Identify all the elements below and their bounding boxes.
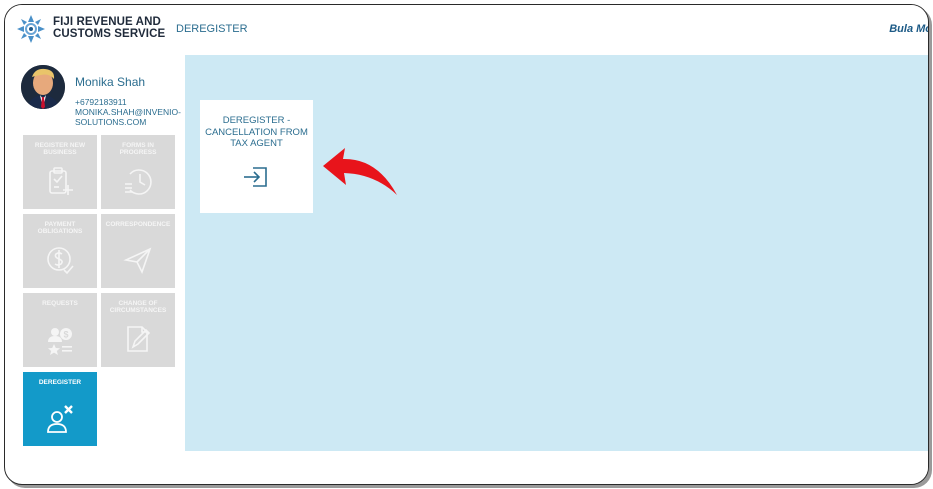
- tile-label: REQUESTS: [42, 300, 78, 307]
- main-content: DEREGISTER - CANCELLATION FROM TAX AGENT: [185, 55, 928, 451]
- tile-label: REGISTER NEW BUSINESS: [34, 142, 86, 156]
- sidebar: Monika Shah +6792183911 MONIKA.SHAH@INVE…: [15, 59, 185, 459]
- paper-plane-icon: [123, 247, 152, 275]
- tile-label: FORMS IN PROGRESS: [119, 142, 157, 156]
- sign-in-icon: [244, 167, 267, 187]
- brand-line-2: CUSTOMS SERVICE: [53, 28, 166, 40]
- greeting-text: Bula Mo: [889, 23, 929, 35]
- tile-register-new-business[interactable]: REGISTER NEW BUSINESS: [23, 135, 97, 209]
- tile-correspondence[interactable]: CORRESPONDENCE: [101, 214, 175, 288]
- tile-payment-obligations[interactable]: PAYMENT OBLIGATIONS: [23, 214, 97, 288]
- avatar: [21, 65, 65, 109]
- app-window: FIJI REVENUE AND CUSTOMS SERVICE DEREGIS…: [4, 4, 929, 485]
- user-profile: Monika Shah +6792183911 MONIKA.SHAH@INVE…: [15, 59, 185, 133]
- tile-deregister[interactable]: DEREGISTER: [23, 372, 97, 446]
- user-name: Monika Shah: [75, 75, 146, 89]
- avatar-image: [21, 65, 65, 109]
- document-edit-icon: [127, 326, 151, 352]
- tile-label: CHANGE OF CIRCUMSTANCES: [109, 300, 167, 314]
- dollar-check-icon: [47, 247, 74, 275]
- clipboard-add-icon: [49, 167, 73, 195]
- card-title: DEREGISTER - CANCELLATION FROM TAX AGENT: [205, 115, 308, 149]
- tile-label: CORRESPONDENCE: [105, 221, 171, 228]
- footer-strip: [185, 451, 928, 484]
- svg-text:$: $: [63, 330, 68, 340]
- frcs-logo-icon[interactable]: [15, 13, 47, 45]
- tile-label: DEREGISTER: [38, 379, 82, 386]
- people-dollar-icon: $: [48, 328, 72, 355]
- user-email: MONIKA.SHAH@INVENIO-SOLUTIONS.COM: [75, 107, 181, 127]
- red-pointer-arrow-icon: [323, 148, 397, 195]
- tile-change-of-circumstances[interactable]: CHANGE OF CIRCUMSTANCES: [101, 293, 175, 367]
- brand-line-1: FIJI REVENUE AND: [53, 16, 161, 28]
- user-remove-icon: [47, 405, 73, 433]
- tile-forms-in-progress[interactable]: FORMS IN PROGRESS: [101, 135, 175, 209]
- user-phone: +6792183911: [75, 97, 127, 107]
- top-header: FIJI REVENUE AND CUSTOMS SERVICE DEREGIS…: [5, 5, 928, 55]
- deregister-cancellation-card[interactable]: DEREGISTER - CANCELLATION FROM TAX AGENT: [200, 100, 313, 213]
- brand-name: FIJI REVENUE AND CUSTOMS SERVICE: [53, 16, 165, 40]
- tile-label: PAYMENT OBLIGATIONS: [37, 221, 83, 235]
- nav-deregister-link[interactable]: DEREGISTER: [176, 23, 248, 35]
- tile-requests[interactable]: REQUESTS $: [23, 293, 97, 367]
- clock-list-icon: [125, 169, 152, 195]
